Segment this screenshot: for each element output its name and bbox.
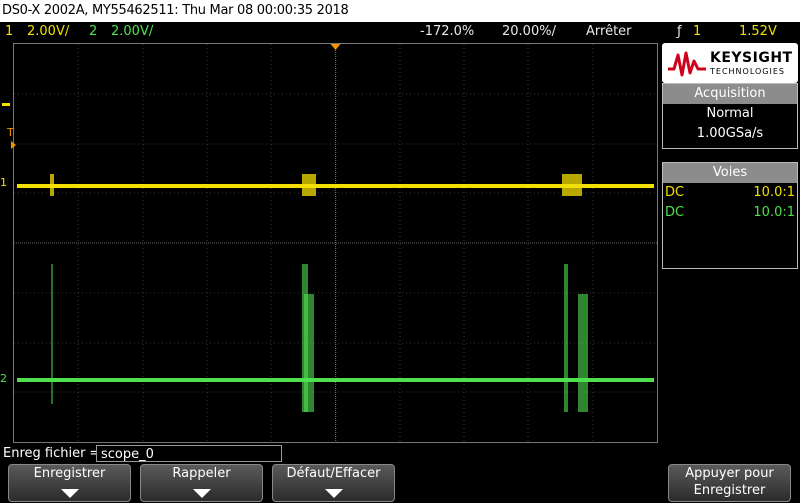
softkey-save[interactable]: Enregistrer xyxy=(8,464,131,502)
ch1-coupling: DC xyxy=(665,185,685,200)
ch1-burst xyxy=(562,174,582,196)
ch2-marker[interactable]: 2 xyxy=(0,372,7,385)
channel-row-1[interactable]: DC 10.0:1 xyxy=(663,183,797,203)
filename-label: Enreg fichier = xyxy=(3,446,101,461)
ch2-trace xyxy=(17,378,654,382)
softkey-press-label-2: Enregistrer xyxy=(693,483,766,498)
ch1-ground-ref[interactable] xyxy=(2,103,10,106)
ch2-coupling: DC xyxy=(665,205,685,220)
ch1-trace xyxy=(17,184,654,188)
trigger-channel[interactable]: 1 xyxy=(693,22,701,42)
filename-bar: Enreg fichier = scope_0 xyxy=(0,444,800,464)
keysight-logo: KEYSIGHT TECHNOLOGIES xyxy=(662,43,798,83)
run-state[interactable]: Arrêter xyxy=(586,22,632,42)
right-panel: KEYSIGHT TECHNOLOGIES Acquisition Normal… xyxy=(660,43,800,443)
trigger-position-icon xyxy=(330,44,341,50)
trigger-arrow-icon xyxy=(11,141,16,149)
ch1-marker[interactable]: 1 xyxy=(0,176,7,189)
status-bar: 1 2.00V/ 2 2.00V/ -172.0% 20.00%/ Arrête… xyxy=(0,22,800,42)
softkey-default-label: Défaut/Effacer xyxy=(286,466,381,481)
ch1-probe: 10.0:1 xyxy=(753,185,795,200)
softkey-recall[interactable]: Rappeler xyxy=(140,464,263,502)
trigger-edge-icon: ƒ xyxy=(677,24,682,39)
time-offset[interactable]: -172.0% xyxy=(420,22,474,42)
acquisition-mode: Normal xyxy=(706,106,754,121)
brand-sub: TECHNOLOGIES xyxy=(710,67,785,76)
acquisition-box[interactable]: Acquisition Normal 1.00GSa/s xyxy=(662,83,798,149)
keysight-wave-icon xyxy=(668,51,706,77)
ch2-burst xyxy=(304,294,314,412)
waveform-display[interactable] xyxy=(13,43,658,443)
acquisition-header: Acquisition xyxy=(663,84,797,104)
ch2-scale[interactable]: 2.00V/ xyxy=(111,22,153,42)
softkey-press-to-save[interactable]: Appuyer pour Enregistrer xyxy=(668,464,791,502)
time-scale[interactable]: 20.00%/ xyxy=(502,22,556,42)
brand-name: KEYSIGHT xyxy=(710,50,793,66)
ch1-burst xyxy=(50,174,54,196)
ch1-burst xyxy=(302,174,316,196)
ch1-scale[interactable]: 2.00V/ xyxy=(27,22,69,42)
arrow-down-icon xyxy=(60,489,79,498)
arrow-down-icon xyxy=(192,489,211,498)
waveform-canvas xyxy=(14,44,657,442)
acquisition-rate: 1.00GSa/s xyxy=(696,126,764,141)
trigger-level-marker[interactable]: T xyxy=(7,126,14,139)
softkey-save-label: Enregistrer xyxy=(33,466,106,481)
title-bar: DS0-X 2002A, MY55462511: Thu Mar 08 00:0… xyxy=(0,0,800,22)
ch1-number[interactable]: 1 xyxy=(5,22,13,42)
channels-header: Voies xyxy=(663,163,797,183)
channels-box[interactable]: Voies DC 10.0:1 DC 10.0:1 xyxy=(662,162,798,269)
ch2-burst xyxy=(578,294,588,412)
filename-input[interactable]: scope_0 xyxy=(96,445,282,462)
arrow-down-icon xyxy=(324,489,343,498)
trigger-level[interactable]: 1.52V xyxy=(739,22,777,42)
softkey-press-label: Appuyer pour xyxy=(685,466,774,481)
ch2-probe: 10.0:1 xyxy=(753,205,795,220)
channel-row-2[interactable]: DC 10.0:1 xyxy=(663,203,797,223)
softkey-recall-label: Rappeler xyxy=(172,466,231,481)
softkey-default-erase[interactable]: Défaut/Effacer xyxy=(272,464,395,502)
ch2-number[interactable]: 2 xyxy=(89,22,97,42)
channel-markers: T 1 2 xyxy=(0,100,16,400)
window-title: DS0-X 2002A, MY55462511: Thu Mar 08 00:0… xyxy=(2,3,349,18)
ch2-burst xyxy=(564,264,568,412)
